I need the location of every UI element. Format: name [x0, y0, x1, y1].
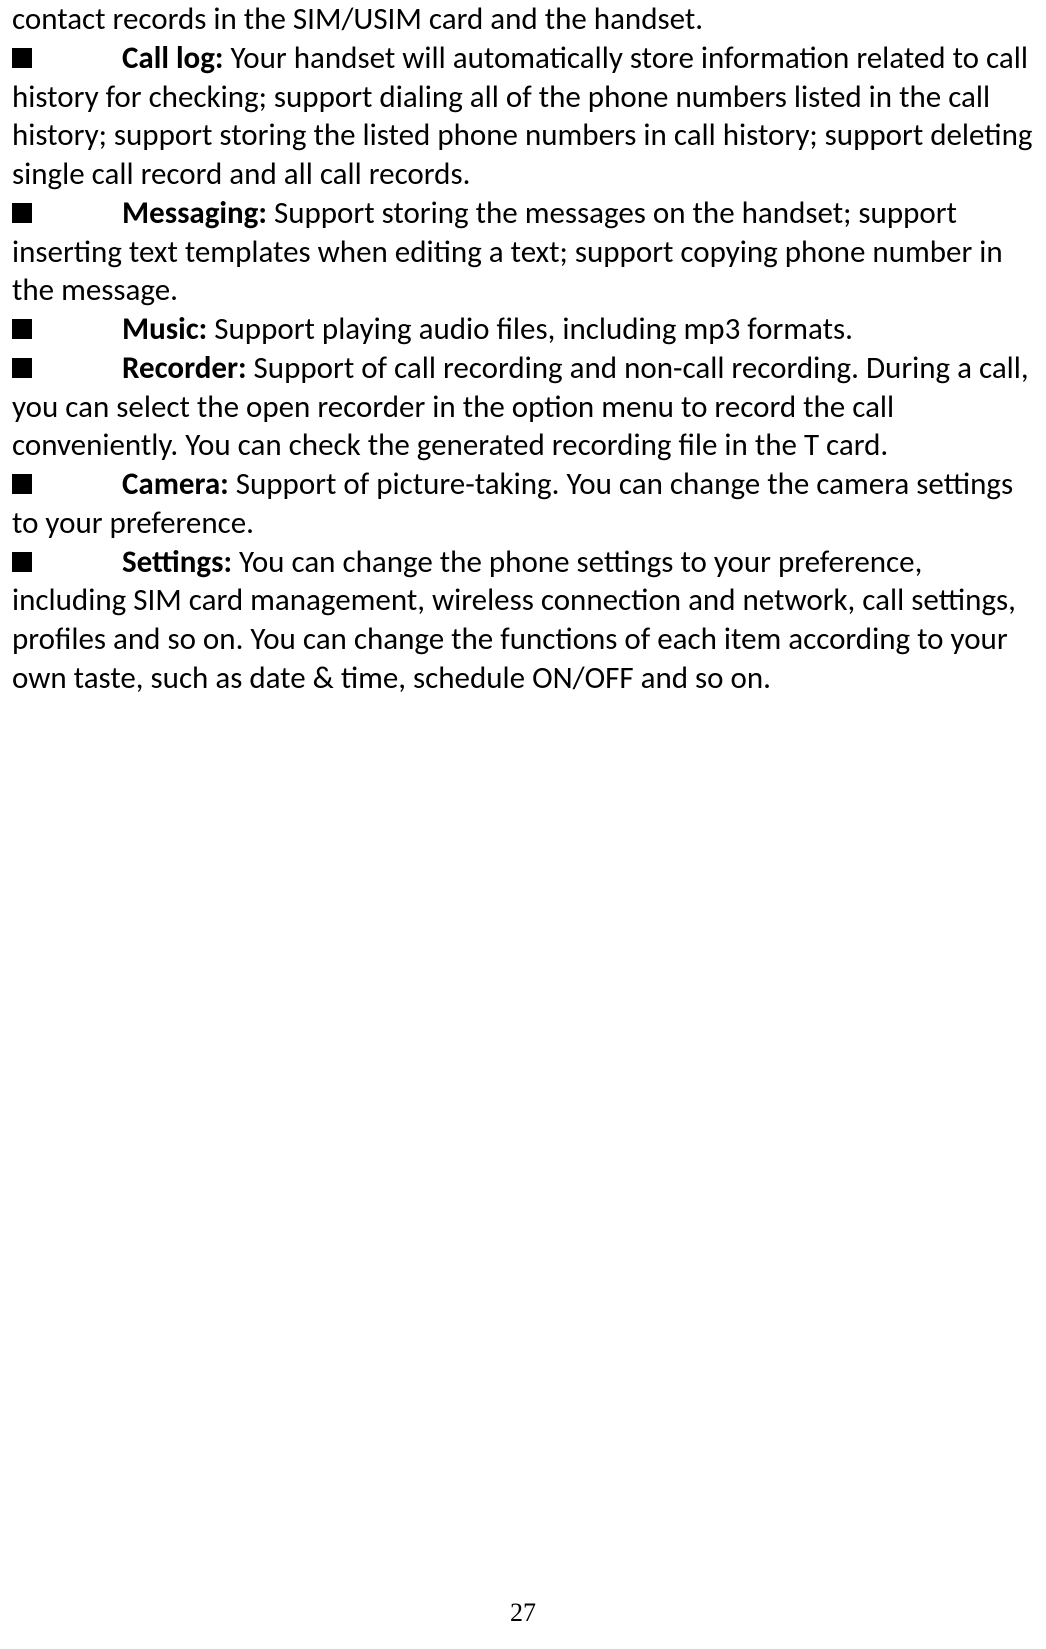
item-title: Music: [122, 310, 207, 348]
item-title: Call log: [122, 39, 223, 77]
page-number: 27 [0, 1597, 1046, 1630]
item-title: Camera: [122, 465, 229, 503]
item-title: Messaging: [122, 194, 267, 232]
list-item: Settings: You can change the phone setti… [12, 543, 1034, 698]
item-title: Settings: [122, 543, 232, 581]
list-item: Music: Support playing audio files, incl… [12, 310, 1034, 349]
item-text: Support playing audio files, including m… [207, 310, 853, 348]
square-bullet-icon [12, 358, 32, 378]
list-item: Call log: Your handset will automaticall… [12, 39, 1034, 194]
list-item: Messaging: Support storing the messages … [12, 194, 1034, 310]
item-title: Recorder: [122, 349, 247, 387]
square-bullet-icon [12, 474, 32, 494]
document-content: contact records in the SIM/USIM card and… [12, 0, 1034, 698]
square-bullet-icon [12, 552, 32, 572]
square-bullet-icon [12, 48, 32, 68]
list-item: Recorder: Support of call recording and … [12, 349, 1034, 465]
square-bullet-icon [12, 319, 32, 339]
intro-text: contact records in the SIM/USIM card and… [12, 0, 1034, 39]
list-item: Camera: Support of picture-taking. You c… [12, 465, 1034, 543]
square-bullet-icon [12, 203, 32, 223]
